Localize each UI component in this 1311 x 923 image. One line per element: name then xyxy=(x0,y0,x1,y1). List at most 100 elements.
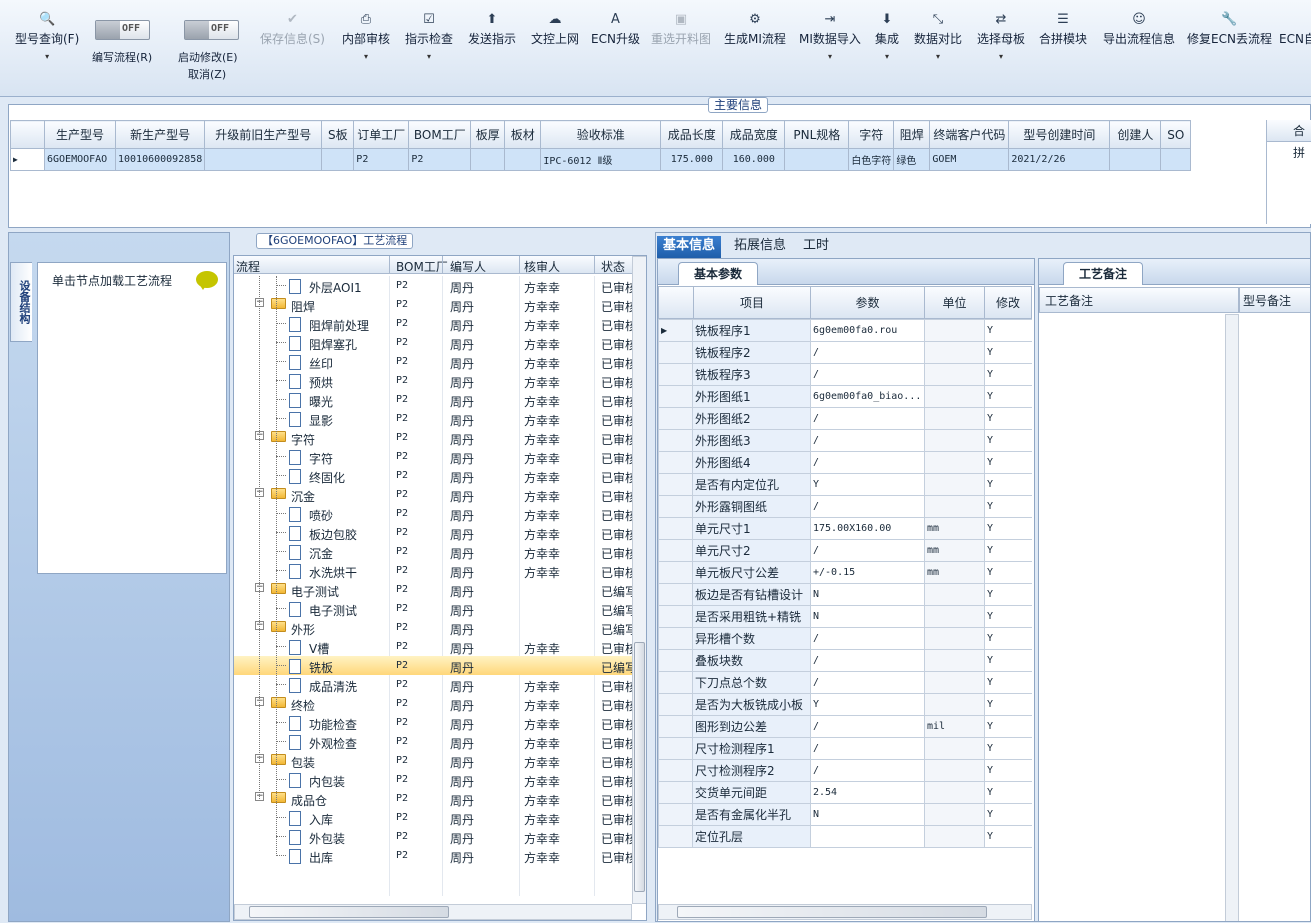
toolbar-button-14[interactable]: ☰ 合拼模块 xyxy=(1039,10,1087,47)
toolbar-button-10[interactable]: ⇥ MI数据导入 ▾ xyxy=(799,10,861,67)
flow-tree-row[interactable]: V槽 P2 周丹 方幸幸 已审核 xyxy=(234,637,634,656)
main-cell[interactable] xyxy=(321,148,355,171)
col-header[interactable]: S板 xyxy=(321,120,355,149)
detail-tab-3[interactable]: 工时 xyxy=(797,236,835,258)
param-value[interactable]: Y xyxy=(810,693,925,716)
params-row[interactable]: 铣板程序3/ Y xyxy=(658,363,1032,386)
col-header[interactable]: 终端客户代码 xyxy=(929,120,1010,149)
param-modify[interactable]: Y xyxy=(984,385,1032,408)
param-value[interactable]: +/-0.15 xyxy=(810,561,925,584)
param-modify[interactable]: Y xyxy=(984,429,1032,452)
flow-col-header[interactable]: BOM工厂 xyxy=(396,258,448,275)
toolbar-button-5[interactable]: ⬆ 发送指示 xyxy=(468,10,516,47)
flow-tree-row[interactable]: 外包装 P2 周丹 方幸幸 已审核 xyxy=(234,827,634,846)
params-row[interactable]: 交货单元间距 2.54 Y xyxy=(658,781,1032,804)
main-cell[interactable]: P2 xyxy=(408,148,472,171)
chevron-down-icon[interactable]: ▾ xyxy=(977,47,1025,67)
params-row[interactable]: 外形图纸3/ Y xyxy=(658,429,1032,452)
flow-tree-row[interactable]: 终固化 P2 周丹 方幸幸 已审核 xyxy=(234,466,634,485)
main-cell[interactable] xyxy=(784,148,850,171)
flow-col-header[interactable]: 状态 xyxy=(601,258,625,275)
write-flow-toggle[interactable]: OFF xyxy=(95,20,150,40)
main-cell[interactable] xyxy=(1109,148,1162,171)
param-modify[interactable]: Y xyxy=(984,517,1032,540)
param-value[interactable]: 2.54 xyxy=(810,781,925,804)
param-value[interactable]: N xyxy=(810,803,925,826)
param-modify[interactable]: Y xyxy=(984,495,1032,518)
col-header[interactable]: 阻焊 xyxy=(893,120,931,149)
start-modify-toggle[interactable]: OFF xyxy=(184,20,239,40)
flow-tree-row[interactable]: 字符 P2 周丹 方幸幸 已审核 xyxy=(234,447,634,466)
flow-tree-row[interactable]: 外层AOI1 P2 周丹 方幸幸 已审核 xyxy=(234,276,634,295)
param-value[interactable]: / xyxy=(810,627,925,650)
params-col-header[interactable]: 参数 xyxy=(810,286,925,319)
col-header[interactable]: 新生产型号 xyxy=(114,120,206,149)
param-value[interactable]: N xyxy=(810,583,925,606)
tree-hscroll[interactable] xyxy=(234,904,632,920)
param-modify[interactable]: Y xyxy=(984,605,1032,628)
param-modify[interactable]: Y xyxy=(984,363,1032,386)
flow-tree-row[interactable]: 出库 P2 周丹 方幸幸 已审核 xyxy=(234,846,634,865)
param-value[interactable]: / xyxy=(810,715,925,738)
flow-tree-row[interactable]: 外观检查 P2 周丹 方幸幸 已审核 xyxy=(234,732,634,751)
param-value[interactable]: / xyxy=(810,407,925,430)
toolbar-button-1[interactable]: 🔍 型号查询(F) ▾ xyxy=(15,10,79,67)
params-col-header[interactable]: 修改 xyxy=(984,286,1032,319)
chevron-down-icon[interactable]: ▾ xyxy=(914,47,962,67)
params-row[interactable]: 尺寸检测程序2/ Y xyxy=(658,759,1032,782)
param-value[interactable]: / xyxy=(810,539,925,562)
params-hscroll-thumb[interactable] xyxy=(677,906,987,918)
main-cell[interactable]: P2 xyxy=(353,148,410,171)
param-modify[interactable]: Y xyxy=(984,759,1032,782)
params-row[interactable]: 下刀点总个数 / Y xyxy=(658,671,1032,694)
col-header[interactable]: 订单工厂 xyxy=(353,120,410,149)
param-modify[interactable]: Y xyxy=(984,341,1032,364)
params-row[interactable]: 定位孔层 Y xyxy=(658,825,1032,848)
flow-tree-row[interactable]: 喷砂 P2 周丹 方幸幸 已审核 xyxy=(234,504,634,523)
col-header[interactable]: BOM工厂 xyxy=(408,120,472,149)
params-row[interactable]: 外形图纸2/ Y xyxy=(658,407,1032,430)
col-header[interactable]: SO xyxy=(1160,120,1192,149)
flow-tree-row[interactable]: 功能检查 P2 周丹 方幸幸 已审核 xyxy=(234,713,634,732)
param-value[interactable]: / xyxy=(810,671,925,694)
toolbar-button-11[interactable]: ⬇ 集成 ▾ xyxy=(875,10,899,67)
params-col-header[interactable]: 项目 xyxy=(693,286,811,319)
param-modify[interactable]: Y xyxy=(984,451,1032,474)
flow-tree-row[interactable]: − 包装 P2 周丹 方幸幸 已审核 xyxy=(234,751,634,770)
flow-col-header[interactable]: 编写人 xyxy=(450,258,486,275)
flow-tree-row[interactable]: 阻焊前处理 P2 周丹 方幸幸 已审核 xyxy=(234,314,634,333)
toolbar-button-2[interactable]: ✔ 保存信息(S) xyxy=(260,10,325,47)
params-row[interactable]: 外形图纸4/ Y xyxy=(658,451,1032,474)
param-modify[interactable]: Y xyxy=(984,671,1032,694)
param-value[interactable]: / xyxy=(810,649,925,672)
main-cell[interactable]: 175.000 xyxy=(660,148,724,171)
param-value[interactable]: / xyxy=(810,341,925,364)
param-value[interactable]: Y xyxy=(810,473,925,496)
params-row[interactable]: 是否有金属化半孔 N Y xyxy=(658,803,1032,826)
param-value[interactable]: N xyxy=(810,605,925,628)
param-value[interactable]: 175.00X160.00 xyxy=(810,517,925,540)
col-header[interactable]: 成品宽度 xyxy=(722,120,786,149)
params-section-tab[interactable]: 基本参数 xyxy=(678,262,758,285)
main-cell[interactable]: GOEM xyxy=(929,148,1010,171)
flow-tree-row[interactable]: − 阻焊 P2 周丹 方幸幸 已审核 xyxy=(234,295,634,314)
param-modify[interactable]: Y xyxy=(984,407,1032,430)
param-value[interactable] xyxy=(810,825,925,848)
flow-tree-row[interactable]: 显影 P2 周丹 方幸幸 已审核 xyxy=(234,409,634,428)
col-header[interactable]: 创建人 xyxy=(1109,120,1162,149)
grid-corner[interactable] xyxy=(658,286,694,319)
params-row[interactable]: 图形到边公差 / mil Y xyxy=(658,715,1032,738)
params-col-header[interactable]: 单位 xyxy=(924,286,985,319)
param-modify[interactable]: Y xyxy=(984,825,1032,848)
flow-tree-row[interactable]: − 字符 P2 周丹 方幸幸 已审核 xyxy=(234,428,634,447)
main-cell[interactable]: 2021/2/26 xyxy=(1008,148,1111,171)
detail-tab-2[interactable]: 拓展信息 xyxy=(728,236,792,258)
main-cell[interactable] xyxy=(1160,148,1192,171)
params-hscroll[interactable] xyxy=(658,904,1032,920)
param-modify[interactable]: Y xyxy=(984,693,1032,716)
detail-tab-1[interactable]: 基本信息 xyxy=(657,236,722,258)
flow-tree-row[interactable]: 铣板 P2 周丹 已编写 xyxy=(234,656,634,675)
toolbar-button-3[interactable]: ⎙ 内部审核 ▾ xyxy=(342,10,390,67)
tree-vscroll-thumb[interactable] xyxy=(634,642,645,892)
param-modify[interactable]: Y xyxy=(984,473,1032,496)
